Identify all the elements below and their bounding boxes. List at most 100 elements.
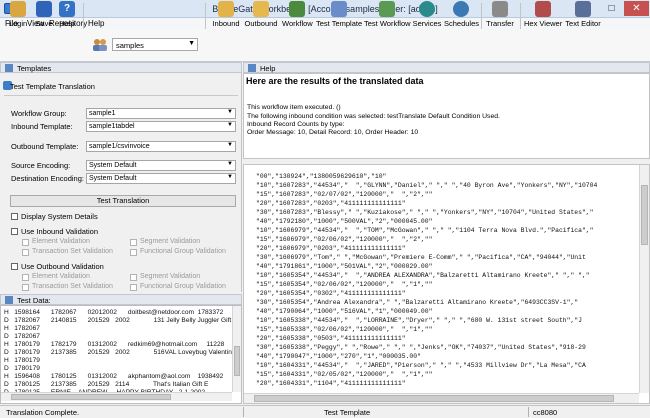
divider [4, 95, 238, 96]
output-line: "10","1606979","44534"," ","TOM","McGowa… [256, 227, 594, 234]
status-divider [243, 407, 244, 417]
output-line: "15","1605354","02/06/02","120000"," ","… [256, 281, 433, 288]
inbound-element-validation-checkbox[interactable] [22, 239, 29, 246]
hex-viewer-button[interactable]: Hex Viewer [524, 1, 562, 31]
outbound-transaction-set-validation-checkbox[interactable] [22, 284, 29, 291]
save-button[interactable]: Save [33, 1, 55, 31]
help-line: Order Message: 10, Detail Record: 10, Or… [247, 129, 419, 136]
inbound-functional-group-validation-checkbox[interactable] [130, 249, 137, 256]
help-button[interactable]: ? Help [56, 1, 78, 31]
scroll-thumb[interactable] [234, 346, 240, 376]
toolbar-separator [83, 3, 84, 29]
inbound-transaction-set-validation-checkbox[interactable] [22, 249, 29, 256]
output-line: "15","1606979","02/06/02","120000"," ","… [256, 236, 433, 243]
output-line: "15","1607283","02/07/02","120000"," ","… [256, 191, 433, 198]
inbound-segment-validation-checkbox[interactable] [130, 239, 137, 246]
source-encoding-select[interactable]: System Default ▼ [86, 160, 236, 171]
outbound-segment-validation-checkbox[interactable] [130, 274, 137, 281]
use-outbound-validation-checkbox[interactable] [11, 263, 18, 270]
output-line: "30","1606979","Tom"," ","McGowan","Prem… [256, 254, 586, 261]
chevron-down-icon: ▼ [227, 109, 233, 115]
help-panel-icon [248, 64, 256, 72]
help-line: Inbound Record Counts by type: [247, 121, 345, 128]
services-button[interactable]: Services [412, 1, 442, 31]
output-line: "10","1604331","44534"," ","JARED","Pier… [256, 362, 586, 369]
chevron-down-icon: ▼ [227, 122, 233, 128]
floppy-icon [36, 1, 52, 17]
workflow-icon [289, 1, 305, 17]
test-translation-button[interactable]: Test Translation [10, 195, 236, 207]
outbound-functional-group-validation-checkbox[interactable] [130, 284, 137, 291]
outbound-button[interactable]: Outbound [243, 1, 279, 31]
output-line: "20","1606979","0203","411111111111111" [256, 245, 406, 252]
workflow-group-select[interactable]: sample1 ▼ [86, 108, 236, 119]
output-horizontal-scrollbar[interactable] [244, 393, 639, 403]
clock-icon [453, 1, 469, 17]
status-message: Translation Complete. [6, 408, 80, 417]
inbound-template-value: sample1tabdel [89, 123, 135, 130]
status-port: cc8080 [533, 408, 558, 417]
save-label: Save [35, 19, 53, 28]
test-data-row: D 1782067 [4, 333, 40, 340]
output-line: "40","1790047","1000","270","1","000035.… [256, 353, 421, 360]
account-select[interactable]: samples ▼ [112, 38, 198, 51]
status-bar: Translation Complete. Test Template cc80… [0, 405, 650, 418]
panel-title: Test Template Translation [10, 82, 95, 91]
text-editor-button[interactable]: Text Editor [563, 1, 603, 31]
test-template-button[interactable]: Test Template [316, 1, 362, 31]
transfer-label: Transfer [486, 19, 514, 28]
output-line: "20","1604331","1104","411111111111111" [256, 380, 406, 387]
outbound-template-select[interactable]: sample1/csvinvoice ▼ [86, 141, 236, 152]
inbound-template-select[interactable]: sample1tabdel ▼ [86, 121, 236, 132]
toolbar-separator [520, 3, 521, 29]
inbound-template-label: Inbound Template: [11, 122, 73, 131]
destination-encoding-select[interactable]: System Default ▼ [86, 173, 236, 184]
text-editor-icon [575, 1, 591, 17]
hex-viewer-label: Hex Viewer [524, 19, 563, 28]
output-vertical-scrollbar[interactable] [639, 165, 649, 393]
use-inbound-validation-checkbox[interactable] [11, 228, 18, 235]
chevron-down-icon: ▼ [227, 142, 233, 148]
destination-encoding-value: System Default [89, 175, 137, 182]
outbound-element-validation-checkbox[interactable] [22, 274, 29, 281]
login-button[interactable]: Login [7, 1, 29, 31]
status-divider [528, 407, 529, 417]
output-line: "15","1604331","02/05/02","120000"," ","… [256, 371, 433, 378]
transfer-button[interactable]: Transfer [485, 1, 515, 31]
use-inbound-validation-label: Use Inbound Validation [21, 227, 98, 236]
inbound-button[interactable]: Inbound [210, 1, 242, 31]
test-data-horizontal-scrollbar[interactable] [1, 392, 232, 401]
maximize-icon[interactable]: □ [600, 1, 623, 16]
transfer-icon [492, 1, 508, 17]
test-workflow-button[interactable]: Test Workflow [364, 1, 411, 31]
test-data-row: H 1598164 1782067 02012002 doitbest@netd… [4, 309, 224, 316]
scroll-thumb[interactable] [254, 395, 614, 402]
scroll-thumb[interactable] [641, 185, 648, 245]
close-icon[interactable]: ✕ [624, 1, 649, 16]
display-system-details-checkbox[interactable] [11, 213, 18, 220]
menu-help[interactable]: Help [88, 19, 104, 28]
output-line: "40","1792180","1000","500VAL","2","0000… [256, 218, 433, 225]
test-data-row: H 1782067 [4, 325, 40, 332]
toolbar-separator [205, 3, 206, 29]
services-label: Services [412, 19, 442, 28]
workflow-button[interactable]: Workflow [282, 1, 313, 31]
schedules-button[interactable]: Schedules [444, 1, 480, 31]
help-heading: Here are the results of the translated d… [246, 76, 424, 86]
outbound-element-validation-label: Element Validation [32, 273, 90, 280]
workflow-group-value: sample1 [89, 110, 116, 117]
scroll-thumb[interactable] [11, 394, 171, 400]
schedules-label: Schedules [444, 19, 480, 28]
source-encoding-value: System Default [89, 162, 137, 169]
help-panel-header: Help [243, 62, 650, 73]
test-data-vertical-scrollbar[interactable] [232, 306, 241, 392]
test-data-header-label: Test Data: [17, 296, 51, 305]
help-icon: ? [59, 1, 75, 17]
output-line: "20","1605338","0503","411111111111111" [256, 335, 406, 342]
globe-icon [419, 1, 435, 17]
test-data-textarea[interactable]: H 1598164 1782067 02012002 doitbest@netd… [0, 305, 242, 404]
lock-icon [10, 1, 26, 17]
templates-panel-header: Templates [0, 62, 242, 73]
test-template-icon [331, 1, 347, 17]
inbound-element-validation-label: Element Validation [32, 238, 90, 245]
